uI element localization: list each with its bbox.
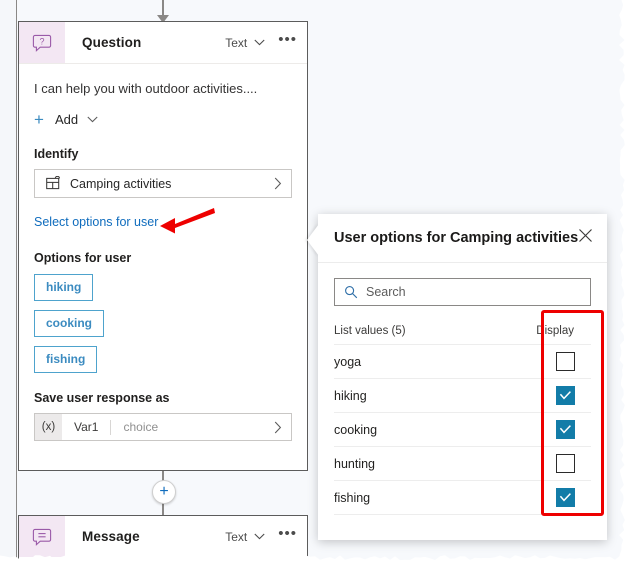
- canvas-left-edge: [0, 0, 17, 563]
- option-chip-row-1: cooking: [34, 301, 292, 337]
- chevron-right-icon[interactable]: [274, 177, 282, 190]
- list-values-count: List values (5): [334, 324, 406, 337]
- question-type-label[interactable]: Text: [225, 36, 247, 50]
- question-speech-bubble-icon: ?: [19, 22, 65, 63]
- search-placeholder: Search: [366, 285, 406, 299]
- close-icon[interactable]: [578, 228, 593, 243]
- list-item[interactable]: cooking: [334, 413, 591, 447]
- display-checkbox[interactable]: [555, 386, 575, 405]
- question-node-title: Question: [82, 35, 142, 50]
- add-label: Add: [54, 112, 79, 127]
- question-more-menu-icon[interactable]: •••: [278, 32, 297, 49]
- screenshot-stage: ? Question Text ••• I can help you with …: [0, 0, 628, 563]
- entity-grid-icon: [46, 176, 61, 191]
- select-options-for-user-link[interactable]: Select options for user: [34, 215, 158, 229]
- add-response-button[interactable]: + Add: [34, 109, 292, 129]
- options-for-user-label: Options for user: [34, 251, 132, 265]
- display-checkbox-cell: [539, 454, 591, 473]
- display-checkbox[interactable]: [555, 420, 575, 439]
- user-options-panel: User options for Camping activities Sear…: [307, 214, 607, 540]
- entity-name: Camping activities: [70, 176, 172, 191]
- display-column-header: Display: [536, 324, 574, 337]
- message-more-menu-icon[interactable]: •••: [278, 526, 297, 543]
- save-response-label: Save user response as: [34, 391, 170, 405]
- list-item-label: fishing: [334, 490, 371, 505]
- option-chip-row-2: fishing: [34, 337, 292, 373]
- display-checkbox[interactable]: [555, 488, 575, 507]
- list-values-header: List values (5) Display: [334, 317, 591, 345]
- display-checkbox-cell: [539, 352, 591, 371]
- chevron-down-icon[interactable]: [87, 116, 98, 123]
- display-checkbox[interactable]: [555, 352, 575, 371]
- identify-label: Identify: [34, 147, 79, 161]
- search-input[interactable]: Search: [334, 278, 591, 306]
- add-node-button[interactable]: +: [152, 480, 176, 504]
- list-item[interactable]: fishing: [334, 481, 591, 515]
- question-node-card[interactable]: ? Question Text ••• I can help you with …: [18, 21, 308, 471]
- question-node-header-controls: Text •••: [225, 22, 297, 63]
- variable-name: Var1: [74, 420, 99, 434]
- question-node-body: I can help you with outdoor activities..…: [19, 81, 307, 441]
- chevron-down-icon[interactable]: [254, 533, 265, 540]
- torn-edge-right: [619, 0, 628, 563]
- plus-icon: +: [34, 109, 44, 129]
- chevron-down-icon[interactable]: [254, 39, 265, 46]
- option-chip[interactable]: hiking: [34, 274, 94, 301]
- display-checkbox[interactable]: [555, 454, 575, 473]
- variable-type: choice: [123, 420, 159, 434]
- variable-picker[interactable]: (x) Var1 choice: [34, 413, 292, 441]
- list-item-label: hiking: [334, 388, 367, 403]
- search-icon: [344, 285, 358, 299]
- list-item-label: cooking: [334, 422, 378, 437]
- display-checkbox-cell: [539, 420, 591, 439]
- option-chip-row-0: hiking: [34, 265, 292, 301]
- svg-text:?: ?: [39, 36, 44, 46]
- list-item-label: hunting: [334, 456, 376, 471]
- variable-separator: [110, 419, 112, 435]
- entity-picker[interactable]: Camping activities: [34, 169, 292, 198]
- variable-prefix-icon: (x): [35, 414, 62, 440]
- message-node-title: Message: [82, 529, 140, 544]
- display-checkbox-cell: [539, 386, 591, 405]
- list-item[interactable]: hiking: [334, 379, 591, 413]
- message-type-label[interactable]: Text: [225, 530, 247, 544]
- option-chip[interactable]: fishing: [34, 346, 98, 373]
- list-item[interactable]: hunting: [334, 447, 591, 481]
- panel-title: User options for Camping activities: [334, 230, 579, 246]
- option-chip[interactable]: cooking: [34, 310, 105, 337]
- question-prompt-text[interactable]: I can help you with outdoor activities..…: [34, 81, 292, 96]
- list-item[interactable]: yoga: [334, 345, 591, 379]
- display-checkbox-cell: [539, 488, 591, 507]
- chevron-right-icon[interactable]: [274, 421, 282, 434]
- question-node-header: ? Question Text •••: [19, 22, 307, 64]
- list-item-label: yoga: [334, 354, 362, 369]
- torn-edge-bottom: [0, 555, 628, 563]
- panel-header: User options for Camping activities: [318, 214, 607, 263]
